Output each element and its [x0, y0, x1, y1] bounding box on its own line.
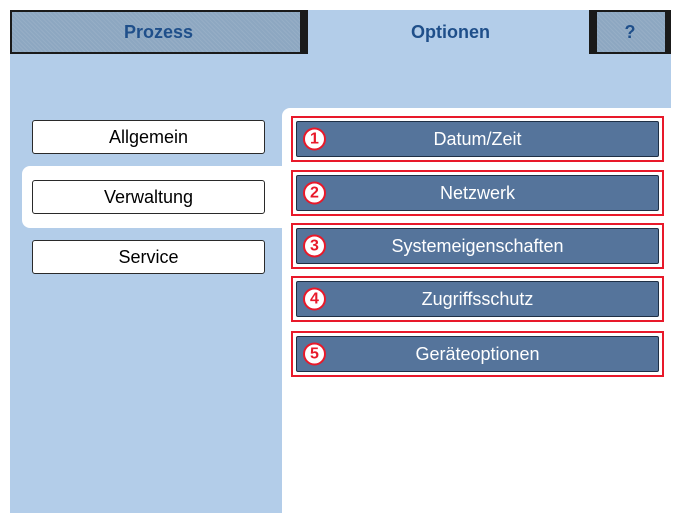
option-label: Datum/Zeit [433, 128, 522, 149]
tab-divider-left [300, 10, 308, 54]
zugriffsschutz-button[interactable]: 4 Zugriffsschutz [296, 281, 659, 317]
datum-zeit-button[interactable]: 1 Datum/Zeit [296, 121, 659, 157]
number-marker-4: 4 [303, 287, 326, 311]
number-marker-1: 1 [303, 127, 326, 151]
option-highlight-2: 2 Netzwerk [291, 170, 664, 216]
sidebar-item-verwaltung[interactable]: Verwaltung [32, 180, 265, 214]
number-marker-2: 2 [303, 181, 326, 205]
number-marker-5: 5 [303, 342, 326, 366]
option-label: Systemeigenschaften [391, 235, 564, 256]
option-label: Geräteoptionen [415, 343, 540, 364]
sidebar-item-service[interactable]: Service [32, 240, 265, 274]
sidebar-item-allgemein[interactable]: Allgemein [32, 120, 265, 154]
systemeigenschaften-button[interactable]: 3 Systemeigenschaften [296, 228, 659, 264]
tab-help[interactable]: ? [593, 10, 671, 54]
option-highlight-3: 3 Systemeigenschaften [291, 223, 664, 269]
option-highlight-4: 4 Zugriffsschutz [291, 276, 664, 322]
tab-divider-right [589, 10, 597, 54]
option-highlight-1: 1 Datum/Zeit [291, 116, 664, 162]
tab-optionen[interactable]: Optionen [304, 10, 597, 54]
tab-prozess[interactable]: Prozess [10, 10, 311, 54]
option-label: Netzwerk [439, 182, 515, 203]
number-marker-3: 3 [303, 234, 326, 258]
netzwerk-button[interactable]: 2 Netzwerk [296, 175, 659, 211]
option-highlight-5: 5 Geräteoptionen [291, 331, 664, 377]
option-label: Zugriffsschutz [421, 288, 534, 309]
geraeteoptionen-button[interactable]: 5 Geräteoptionen [296, 336, 659, 372]
